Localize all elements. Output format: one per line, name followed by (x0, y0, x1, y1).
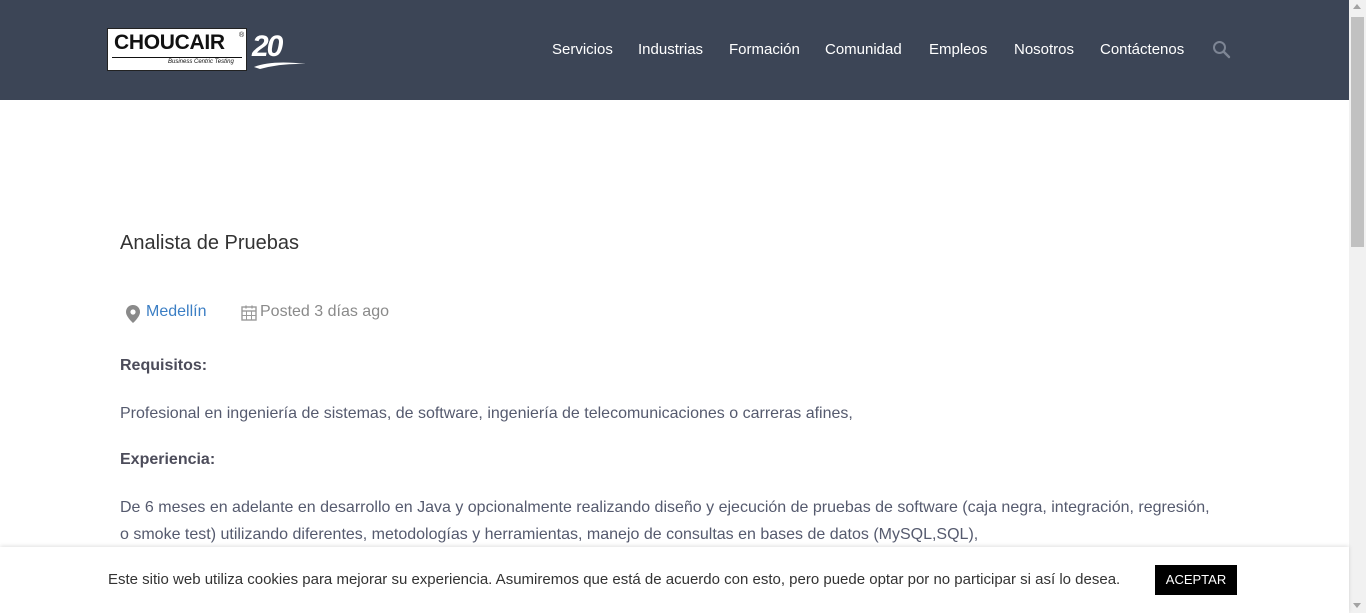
logo-word: CHOUCAIR (114, 31, 225, 54)
accept-cookies-button[interactable]: ACEPTAR (1155, 565, 1237, 595)
logo-tagline: Business Centric Testing (168, 59, 234, 65)
nav-formacion[interactable]: Formación (729, 41, 800, 58)
page-scrollbar[interactable] (1349, 0, 1366, 613)
nav-industrias[interactable]: Industrias (638, 41, 703, 58)
nav-contactenos[interactable]: Contáctenos (1100, 41, 1184, 58)
cookie-banner: Este sitio web utiliza cookies para mejo… (0, 547, 1349, 613)
nav-servicios[interactable]: Servicios (552, 41, 613, 58)
requisitos-text: Profesional en ingeniería de sistemas, d… (120, 405, 853, 422)
job-location-link[interactable]: Medellín (146, 303, 206, 321)
requisitos-heading: Requisitos: (120, 357, 208, 374)
experiencia-heading: Experiencia: (120, 451, 216, 468)
scroll-down-arrow-icon[interactable] (1353, 603, 1361, 608)
nav-nosotros[interactable]: Nosotros (1014, 41, 1074, 58)
logo-box: CHOUCAIR ® Business Centric Testing (107, 28, 247, 71)
choucair-logo[interactable]: CHOUCAIR ® Business Centric Testing 20 (107, 28, 307, 72)
logo-divider (112, 57, 242, 58)
logo-swoosh-icon (254, 62, 306, 69)
search-icon[interactable] (1212, 40, 1232, 60)
cookie-message: Este sitio web utiliza cookies para mejo… (108, 571, 1121, 588)
nav-comunidad[interactable]: Comunidad (825, 41, 902, 58)
nav-empleos[interactable]: Empleos (929, 41, 987, 58)
logo-registered-mark: ® (239, 32, 245, 39)
calendar-icon (241, 305, 257, 321)
scroll-thumb[interactable] (1351, 17, 1364, 247)
location-pin-icon (126, 305, 140, 323)
job-title: Analista de Pruebas (120, 232, 300, 254)
site-header: CHOUCAIR ® Business Centric Testing 20 S… (0, 0, 1349, 100)
scroll-up-arrow-icon[interactable] (1353, 4, 1361, 9)
posted-date: Posted 3 días ago (260, 303, 389, 320)
experiencia-text: De 6 meses en adelante en desarrollo en … (120, 499, 1210, 543)
